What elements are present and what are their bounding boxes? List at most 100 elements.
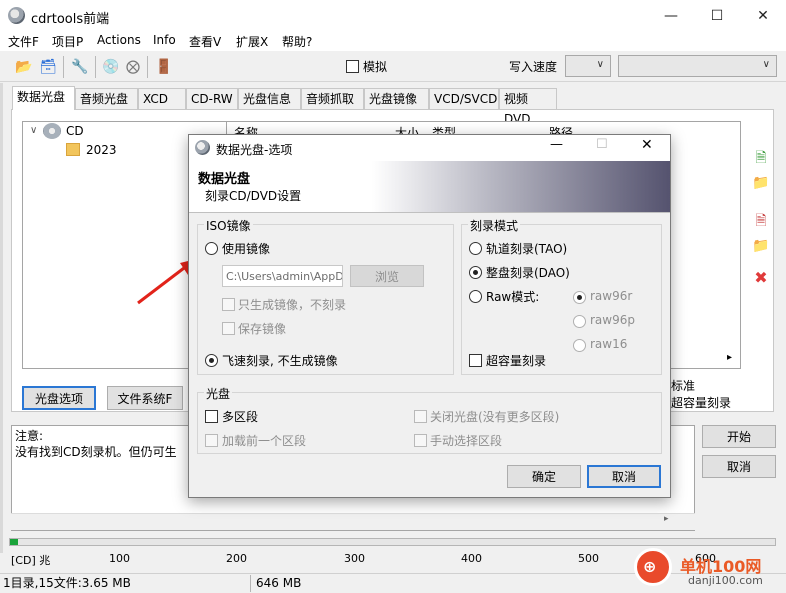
settings-wrench-icon[interactable]: 🔧	[70, 57, 90, 77]
use-image-label[interactable]: 使用镜像	[222, 240, 270, 257]
tree-child-label[interactable]: 2023	[86, 143, 117, 157]
raw96p-label: raw96p	[590, 313, 635, 327]
menu-file[interactable]: 文件F	[8, 33, 39, 50]
remove-file-icon[interactable]: 🗎	[752, 213, 770, 231]
ok-button[interactable]: 确定	[507, 465, 581, 488]
add-folder-icon[interactable]: 📁	[752, 174, 770, 192]
cancel-main-button[interactable]: 取消	[702, 455, 776, 478]
log-hscrollbar[interactable]	[11, 513, 695, 530]
keep-image-label: 保存镜像	[238, 322, 287, 336]
disc-group-title: 光盘	[204, 385, 233, 402]
simulate-checkbox[interactable]	[346, 60, 359, 73]
abort-icon[interactable]: ⨂	[123, 57, 143, 77]
overburn-checkbox[interactable]	[469, 354, 482, 367]
on-the-fly-radio[interactable]	[205, 354, 218, 367]
open-folder-icon[interactable]: 📂	[14, 57, 34, 77]
write-speed-select[interactable]: ∨	[565, 55, 611, 77]
capacity-fill	[10, 539, 18, 545]
raw-label[interactable]: Raw模式:	[486, 288, 539, 305]
add-file-icon[interactable]: 🗎	[752, 150, 770, 168]
menu-project[interactable]: 项目P	[52, 33, 83, 50]
dialog-cancel-button[interactable]: 取消	[587, 465, 661, 488]
menu-help[interactable]: 帮助?	[282, 33, 312, 50]
log-text: 没有找到CD刻录机。但仍可生	[15, 445, 177, 459]
dialog-maximize-button[interactable]: ☐	[596, 137, 608, 152]
standard-option-label: 标准	[671, 379, 696, 393]
tao-label[interactable]: 轨道刻录(TAO)	[486, 240, 567, 257]
multisession-label[interactable]: 多区段	[222, 408, 258, 425]
write-speed-label: 写入速度	[509, 60, 558, 74]
on-the-fly-label[interactable]: 飞速刻录, 不生成镜像	[222, 352, 338, 369]
folder-icon	[66, 143, 80, 156]
raw96p-radio[interactable]	[573, 315, 586, 328]
burn-mode-group-title: 刻录模式	[468, 217, 521, 234]
dialog-minimize-button[interactable]: —	[550, 137, 563, 152]
toolbar-separator	[147, 56, 148, 78]
dialog-title: 数据光盘-选项	[216, 143, 293, 157]
status-files: 1目录,15文件:3.65 MB	[3, 576, 131, 590]
menu-info[interactable]: Info	[153, 33, 176, 47]
tab-data-disc[interactable]: 数据光盘	[12, 86, 75, 110]
disc-options-button[interactable]: 光盘选项	[22, 386, 96, 410]
app-icon	[8, 7, 25, 24]
start-button[interactable]: 开始	[702, 425, 776, 448]
menu-extensions[interactable]: 扩展X	[236, 33, 268, 50]
close-disc-checkbox[interactable]	[414, 410, 427, 423]
file-system-button[interactable]: 文件系统F	[107, 386, 183, 410]
burn-disc-icon[interactable]: 💿	[101, 57, 121, 77]
dao-label[interactable]: 整盘刻录(DAO)	[486, 264, 570, 281]
add-files-icon[interactable]: 🗃	[38, 57, 58, 77]
capacity-tick: 400	[461, 552, 482, 565]
tab-cd-rw[interactable]: CD-RW	[186, 88, 238, 109]
tab-disc-image[interactable]: 光盘镜像	[364, 88, 429, 109]
tab-vcd-svcd[interactable]: VCD/SVCD	[429, 88, 499, 109]
device-select[interactable]: ∨	[618, 55, 777, 77]
tree-root-label[interactable]: CD	[66, 124, 84, 138]
close-button[interactable]: ✕	[740, 0, 786, 31]
tab-disc-info[interactable]: 光盘信息	[238, 88, 301, 109]
menu-view[interactable]: 查看V	[189, 33, 221, 50]
dao-radio[interactable]	[469, 266, 482, 279]
tab-xcd[interactable]: XCD	[138, 88, 186, 109]
cd-drive-icon	[43, 123, 61, 139]
delete-icon[interactable]: ✖	[752, 268, 770, 287]
tao-radio[interactable]	[469, 242, 482, 255]
only-image-checkbox[interactable]	[222, 298, 235, 311]
capacity-bar	[9, 538, 776, 546]
keep-image-checkbox[interactable]	[222, 322, 235, 335]
remove-folder-icon[interactable]: 📁	[752, 237, 770, 255]
raw-radio[interactable]	[469, 290, 482, 303]
maximize-button[interactable]: ☐	[694, 0, 740, 31]
overburn-label[interactable]: 超容量刻录	[486, 352, 546, 369]
dialog-close-button[interactable]: ✕	[641, 137, 653, 153]
image-path-field[interactable]: C:\Users\admin\AppD	[222, 265, 343, 287]
raw96r-radio[interactable]	[573, 291, 586, 304]
load-previous-checkbox[interactable]	[205, 434, 218, 447]
raw16-radio[interactable]	[573, 339, 586, 352]
overburn-option-label: 超容量刻录	[671, 396, 732, 410]
window-title: cdrtools前端	[31, 12, 110, 27]
watermark-url: danji100.com	[688, 574, 763, 587]
manual-select-checkbox[interactable]	[414, 434, 427, 447]
expand-chevron-icon[interactable]: ∨	[30, 125, 37, 136]
browse-button[interactable]: 浏览	[350, 265, 424, 287]
tab-video-dvd[interactable]: 视频DVD	[499, 88, 557, 126]
scroll-right-icon[interactable]: ▸	[664, 514, 669, 524]
status-divider	[250, 575, 251, 592]
raw16-label: raw16	[590, 337, 628, 351]
scroll-right-icon[interactable]: ▸	[727, 352, 732, 363]
tab-audio-disc[interactable]: 音频光盘	[75, 88, 138, 109]
dialog-app-icon	[195, 140, 210, 155]
exit-icon[interactable]: 🚪	[154, 57, 174, 77]
simulate-label: 模拟	[363, 60, 388, 74]
log-title: 注意:	[15, 429, 44, 443]
header-divider	[189, 212, 670, 213]
use-image-radio[interactable]	[205, 242, 218, 255]
tab-audio-grab[interactable]: 音频抓取	[301, 88, 364, 109]
menu-actions[interactable]: Actions	[97, 33, 141, 47]
disc-options-dialog: 数据光盘-选项 — ☐ ✕ 数据光盘 刻录CD/DVD设置 ISO镜像 使用镜像…	[188, 134, 671, 498]
left-splitter[interactable]	[0, 83, 3, 553]
capacity-tick: 100	[109, 552, 130, 565]
minimize-button[interactable]: —	[648, 0, 694, 31]
multisession-checkbox[interactable]	[205, 410, 218, 423]
